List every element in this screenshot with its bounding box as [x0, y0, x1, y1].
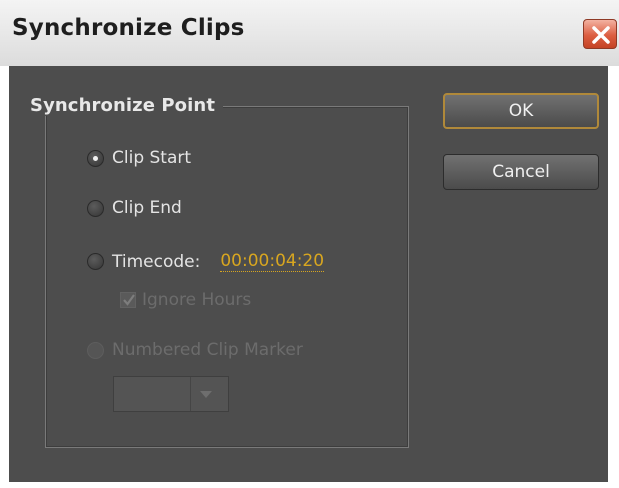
timecode-value[interactable]: 00:00:04:20	[220, 251, 325, 272]
clip-end-option[interactable]: Clip End	[87, 198, 182, 218]
ignore-hours-label: Ignore Hours	[142, 290, 252, 310]
title-bar[interactable]: Synchronize Clips	[0, 0, 619, 66]
close-icon	[592, 26, 610, 44]
checkmark-icon	[123, 294, 135, 306]
timecode-option[interactable]: Timecode: 00:00:04:20	[87, 251, 325, 272]
ok-button[interactable]: OK	[443, 93, 599, 129]
timecode-radio[interactable]	[87, 253, 104, 270]
cancel-button[interactable]: Cancel	[443, 154, 599, 190]
clip-end-radio[interactable]	[87, 199, 104, 217]
chevron-down-icon	[200, 391, 212, 398]
clip-start-radio[interactable]	[87, 149, 104, 167]
dialog-body: Synchronize Point Clip Start Clip End Ti…	[9, 66, 608, 482]
clip-marker-select[interactable]	[113, 376, 229, 412]
timecode-label: Timecode:	[112, 251, 201, 272]
numbered-marker-label: Numbered Clip Marker	[112, 340, 303, 360]
ignore-hours-option[interactable]: Ignore Hours	[120, 290, 251, 310]
clip-end-label: Clip End	[112, 198, 182, 218]
dialog-title: Synchronize Clips	[12, 15, 245, 41]
clip-start-option[interactable]: Clip Start	[87, 148, 191, 168]
numbered-marker-option[interactable]: Numbered Clip Marker	[87, 340, 303, 360]
clip-start-label: Clip Start	[112, 148, 192, 168]
synchronize-clips-dialog: Synchronize Clips Synchronize Point Clip…	[0, 0, 619, 488]
numbered-marker-radio[interactable]	[87, 341, 104, 359]
close-button[interactable]	[583, 19, 617, 49]
clip-marker-value	[114, 377, 191, 411]
ignore-hours-checkbox[interactable]	[120, 292, 136, 308]
group-title: Synchronize Point	[22, 95, 224, 116]
